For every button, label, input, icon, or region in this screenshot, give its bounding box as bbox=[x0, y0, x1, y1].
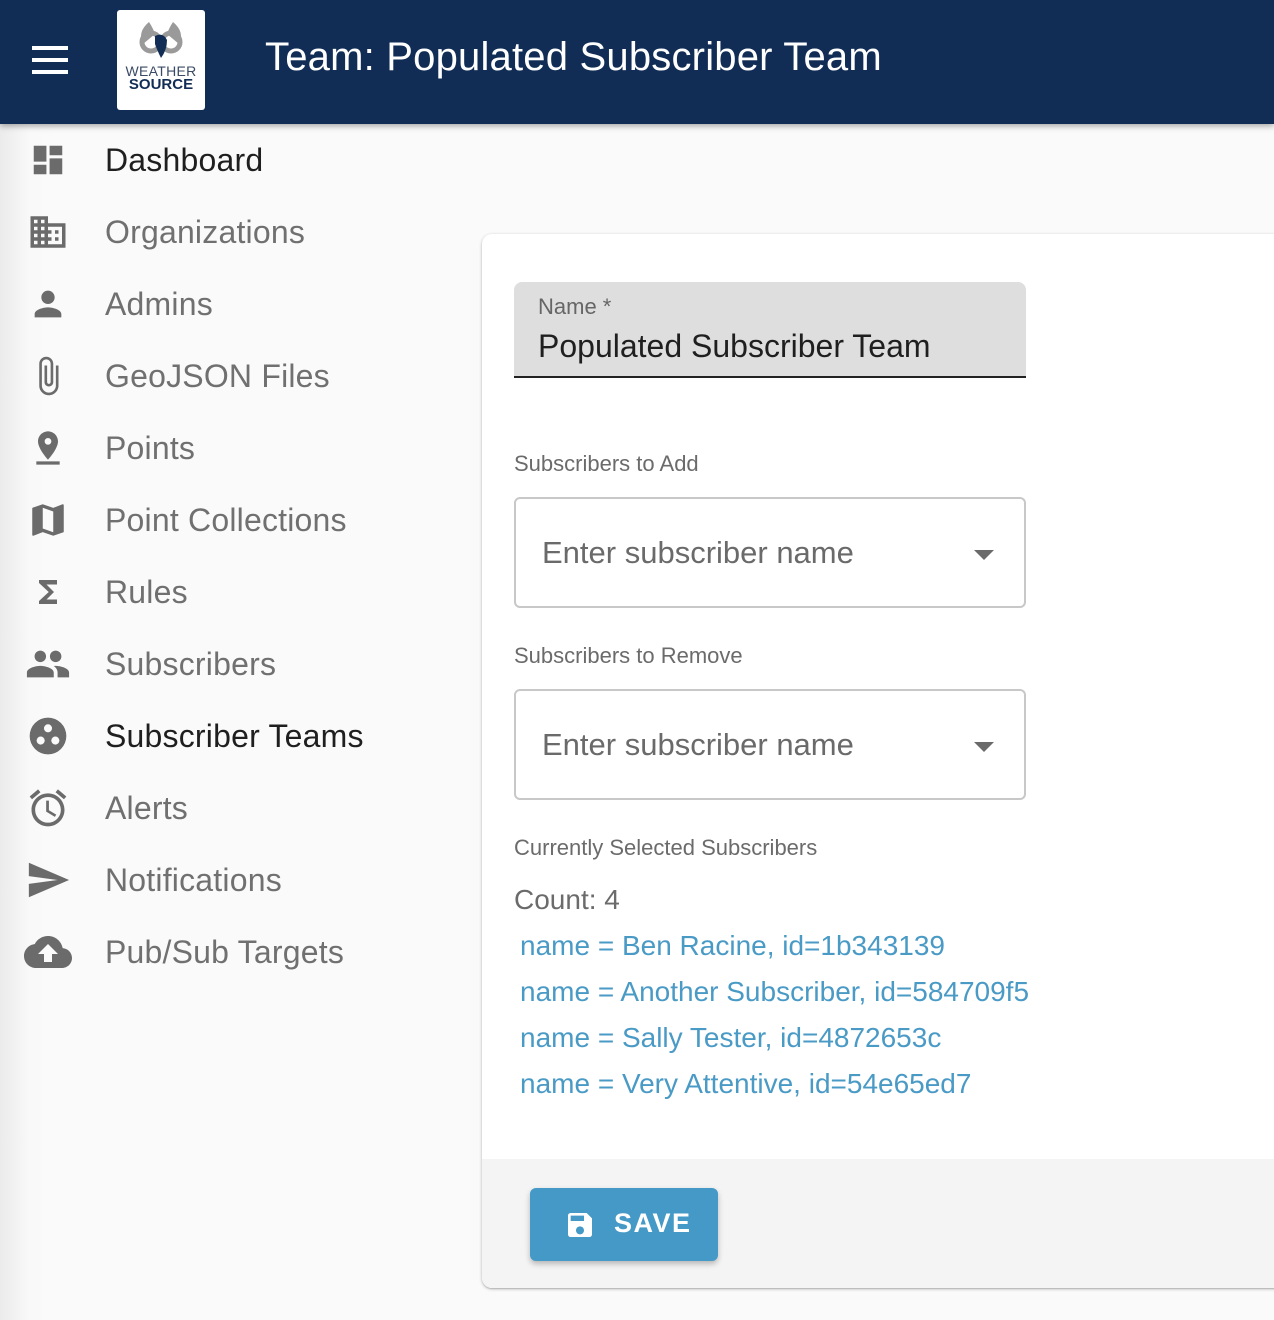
send-icon bbox=[24, 856, 72, 904]
subscribers-to-remove-label: Subscribers to Remove bbox=[514, 643, 743, 668]
subscriber-link[interactable]: name = Sally Tester, id=4872653c bbox=[520, 1020, 1029, 1066]
sidebar-item-label: Points bbox=[105, 429, 196, 466]
person-icon bbox=[24, 280, 72, 328]
sidebar-item-label: Point Collections bbox=[105, 501, 347, 538]
sidebar-item-label: Alerts bbox=[105, 789, 188, 826]
weather-source-logo[interactable]: WEATHER SOURCE bbox=[117, 10, 205, 110]
sidebar-item-alerts[interactable]: Alerts bbox=[0, 772, 420, 844]
page-title: Team: Populated Subscriber Team bbox=[265, 35, 882, 79]
app-bar: WEATHER SOURCE Team: Populated Subscribe… bbox=[0, 0, 1274, 124]
sidebar-item-label: Organizations bbox=[105, 213, 306, 250]
subscribers-to-add-input[interactable] bbox=[542, 533, 942, 573]
subscribers-to-add-label: Subscribers to Add bbox=[514, 451, 699, 476]
alarm-clock-icon bbox=[24, 784, 72, 832]
sidebar-item-notifications[interactable]: Notifications bbox=[0, 844, 420, 916]
name-field-label: Name * bbox=[538, 294, 612, 319]
name-input[interactable] bbox=[538, 326, 1008, 366]
selected-subscriber-list: name = Ben Racine, id=1b343139 name = An… bbox=[520, 928, 1029, 1112]
cloud-upload-icon bbox=[24, 928, 72, 976]
sidebar-item-label: Pub/Sub Targets bbox=[105, 933, 345, 970]
name-field[interactable]: Name * bbox=[514, 282, 1026, 378]
save-icon bbox=[564, 1209, 596, 1244]
subscriber-link[interactable]: name = Another Subscriber, id=584709f5 bbox=[520, 974, 1029, 1020]
map-icon bbox=[24, 496, 72, 544]
sidebar-item-label: Admins bbox=[105, 285, 213, 322]
sidebar-item-subscribers[interactable]: Subscribers bbox=[0, 628, 420, 700]
save-button[interactable]: SAVE bbox=[530, 1188, 718, 1261]
sidebar-item-label: Notifications bbox=[105, 861, 282, 898]
currently-selected-label: Currently Selected Subscribers bbox=[514, 835, 818, 860]
sidebar-item-admins[interactable]: Admins bbox=[0, 268, 420, 340]
subscriber-count: Count: 4 bbox=[514, 884, 620, 915]
chevron-down-icon[interactable] bbox=[974, 742, 994, 752]
logo-mark-icon bbox=[139, 22, 183, 58]
chevron-down-icon[interactable] bbox=[974, 550, 994, 560]
sidebar-item-label: Dashboard bbox=[105, 141, 264, 178]
sidebar-item-dashboard[interactable]: Dashboard bbox=[0, 124, 420, 196]
sidebar-item-points[interactable]: Points bbox=[0, 412, 420, 484]
subscriber-link[interactable]: name = Very Attentive, id=54e65ed7 bbox=[520, 1066, 1029, 1112]
sidebar-item-label: Subscriber Teams bbox=[105, 717, 364, 754]
sidebar-item-label: GeoJSON Files bbox=[105, 357, 330, 394]
sigma-icon bbox=[24, 568, 72, 616]
sidebar-item-subscriber-teams[interactable]: Subscriber Teams bbox=[0, 700, 420, 772]
sidebar-item-rules[interactable]: Rules bbox=[0, 556, 420, 628]
sidebar-nav: Dashboard Organizations Admins GeoJSON F… bbox=[0, 124, 420, 1320]
logo-text-source: SOURCE bbox=[128, 76, 194, 93]
sidebar-item-label: Subscribers bbox=[105, 645, 277, 682]
sidebar-item-geojson-files[interactable]: GeoJSON Files bbox=[0, 340, 420, 412]
people-icon bbox=[24, 640, 72, 688]
building-icon bbox=[24, 208, 72, 256]
paperclip-icon bbox=[24, 352, 72, 400]
card-actions: SAVE bbox=[482, 1159, 1274, 1288]
dashboard-icon bbox=[24, 136, 72, 184]
sidebar-item-organizations[interactable]: Organizations bbox=[0, 196, 420, 268]
sidebar-item-point-collections[interactable]: Point Collections bbox=[0, 484, 420, 556]
workspaces-icon bbox=[24, 712, 72, 760]
sidebar-item-pubsub-targets[interactable]: Pub/Sub Targets bbox=[0, 916, 420, 988]
subscribers-to-add-select[interactable] bbox=[514, 497, 1026, 608]
hamburger-menu-icon[interactable] bbox=[30, 46, 70, 74]
subscribers-to-remove-select[interactable] bbox=[514, 689, 1026, 800]
team-edit-card: Name * Subscribers to Add Subscribers to… bbox=[482, 234, 1274, 1288]
pin-drop-icon bbox=[24, 424, 72, 472]
sidebar-item-label: Rules bbox=[105, 573, 188, 610]
subscribers-to-remove-input[interactable] bbox=[542, 725, 942, 765]
subscriber-link[interactable]: name = Ben Racine, id=1b343139 bbox=[520, 928, 1029, 974]
save-button-label: SAVE bbox=[614, 1208, 692, 1238]
